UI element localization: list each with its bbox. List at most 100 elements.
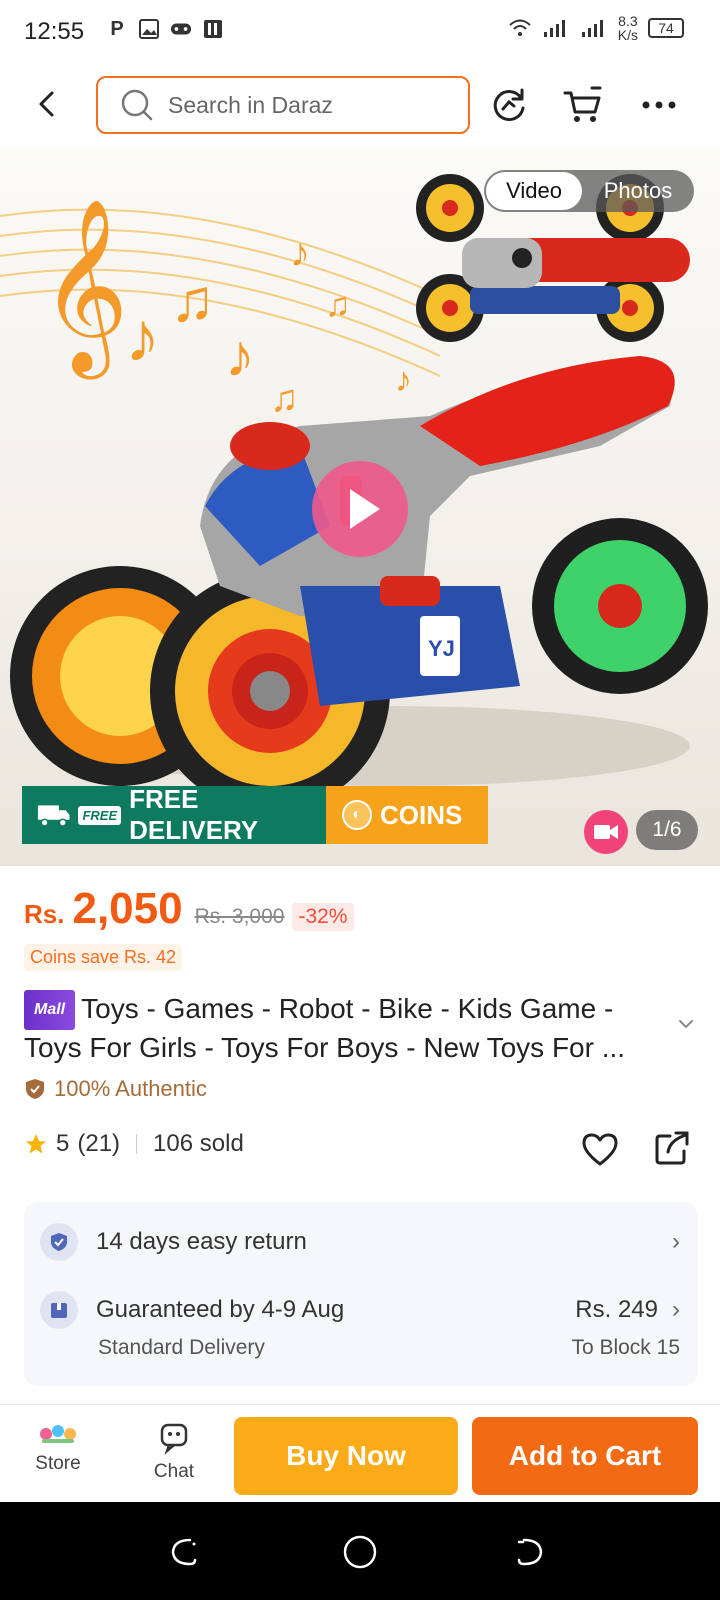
store-label: Store bbox=[35, 1453, 81, 1474]
delivery-location: To Block 15 bbox=[571, 1336, 680, 1359]
coin-icon: ◐ bbox=[342, 800, 372, 830]
expand-title-button[interactable] bbox=[674, 1014, 698, 1034]
media-counter: 1/6 bbox=[636, 810, 698, 850]
status-time: 12:55 bbox=[24, 18, 85, 45]
back-button[interactable] bbox=[30, 86, 66, 122]
network-speed: 8.3 K/s bbox=[618, 14, 638, 42]
play-icon bbox=[350, 489, 380, 529]
product-title-text: Toys - Games - Robot - Bike - Kids Game … bbox=[24, 993, 626, 1063]
product-title[interactable]: Mall Toys - Games - Robot - Bike - Kids G… bbox=[24, 990, 664, 1066]
delivery-type: Standard Delivery bbox=[98, 1336, 265, 1359]
delivery-row[interactable]: Guaranteed by 4-9 Aug Rs. 249 › bbox=[40, 1290, 680, 1330]
search-input[interactable]: Search in Daraz bbox=[96, 76, 470, 134]
system-nav-bar bbox=[0, 1502, 720, 1600]
sold-count: 106 sold bbox=[153, 1130, 244, 1157]
coins-label: COINS bbox=[380, 799, 463, 830]
price-row: Rs. 2,050 Rs. 3,000 -32% bbox=[24, 884, 354, 934]
pdf-icon bbox=[202, 18, 224, 40]
signal-icon bbox=[543, 20, 565, 37]
bottom-action-bar: Store Chat Buy Now Add to Cart bbox=[0, 1404, 720, 1502]
free-tag: FREE bbox=[78, 805, 122, 825]
coins-save-badge: Coins save Rs. 42 bbox=[24, 944, 183, 971]
media-type-toggle[interactable]: Video Photos bbox=[484, 170, 694, 212]
return-label: 14 days easy return bbox=[96, 1228, 307, 1255]
video-indicator[interactable] bbox=[584, 810, 628, 854]
buy-now-button[interactable]: Buy Now bbox=[234, 1417, 458, 1495]
play-video-button[interactable] bbox=[312, 461, 408, 557]
delivery-box-icon bbox=[40, 1291, 78, 1329]
home-icon[interactable] bbox=[342, 1534, 378, 1570]
svg-text:♫: ♫ bbox=[325, 286, 351, 324]
search-placeholder: Search in Daraz bbox=[168, 91, 333, 118]
share-icon bbox=[655, 1131, 689, 1165]
divider bbox=[136, 1134, 138, 1154]
network-speed-value: 8.3 bbox=[618, 13, 638, 29]
video-camera-icon bbox=[594, 825, 618, 839]
toggle-video[interactable]: Video bbox=[486, 172, 582, 210]
chevron-right-icon: › bbox=[672, 1228, 680, 1255]
wishlist-button[interactable] bbox=[580, 1130, 620, 1170]
back-nav-icon[interactable] bbox=[514, 1536, 546, 1568]
wifi-icon bbox=[509, 19, 531, 36]
chat-label: Chat bbox=[153, 1461, 195, 1482]
more-button[interactable] bbox=[638, 84, 680, 126]
authentic-label: 100% Authentic bbox=[54, 1076, 207, 1101]
svg-text:YJ: YJ bbox=[428, 636, 455, 661]
star-icon bbox=[26, 1134, 46, 1154]
svg-text:𝄞: 𝄞 bbox=[40, 198, 129, 380]
battery-indicator: 74 bbox=[648, 18, 684, 38]
svg-text:♪: ♪ bbox=[225, 322, 255, 389]
free-delivery-badge: FREE FREE DELIVERY bbox=[22, 784, 326, 845]
status-notification-icons: P bbox=[106, 18, 224, 40]
heart-icon bbox=[582, 1133, 618, 1166]
authentic-badge[interactable]: 100% Authentic bbox=[24, 1076, 207, 1102]
delivery-guarantee: Guaranteed by 4-9 Aug bbox=[96, 1296, 345, 1323]
add-to-cart-button[interactable]: Add to Cart bbox=[472, 1417, 698, 1495]
discount-badge: -32% bbox=[292, 903, 354, 931]
chevron-right-icon: › bbox=[672, 1296, 680, 1323]
svg-text:♫: ♫ bbox=[170, 267, 215, 334]
current-price: 2,050 bbox=[72, 884, 183, 933]
return-policy-row[interactable]: 14 days easy return › bbox=[40, 1222, 680, 1262]
network-speed-unit: K/s bbox=[617, 27, 638, 43]
top-header: Search in Daraz bbox=[0, 64, 720, 146]
refresh-icon bbox=[493, 88, 525, 122]
rating-count: (21) bbox=[77, 1130, 121, 1157]
product-media-gallery[interactable]: 𝄞 ♪ ♫ ♪ ♪ ♫ ♫ ♪ YJ Video Photos FREE FRE… bbox=[0, 146, 720, 866]
store-button[interactable]: Store bbox=[30, 1417, 86, 1475]
store-logo-icon bbox=[38, 1421, 78, 1447]
chat-bot-icon bbox=[160, 1423, 188, 1455]
search-icon bbox=[121, 89, 153, 121]
shield-check-icon bbox=[26, 1079, 44, 1099]
svg-text:♪: ♪ bbox=[290, 231, 310, 275]
p-icon: P bbox=[110, 17, 124, 40]
delivery-truck-icon bbox=[37, 805, 70, 827]
svg-text:♪: ♪ bbox=[395, 361, 412, 399]
image-icon bbox=[138, 18, 160, 40]
chat-button[interactable]: Chat bbox=[146, 1417, 202, 1483]
cart-icon bbox=[563, 86, 602, 122]
svg-text:♫: ♫ bbox=[270, 378, 299, 420]
status-bar: 12:55 P 8.3 K/s 74 bbox=[0, 0, 720, 64]
signal-icon bbox=[581, 20, 603, 37]
rating-value: 5 bbox=[56, 1130, 70, 1157]
mall-badge: Mall bbox=[24, 990, 76, 1030]
refresh-button[interactable] bbox=[488, 84, 530, 126]
rating-row[interactable]: 5 (21) 106 sold bbox=[24, 1130, 244, 1158]
toggle-photos[interactable]: Photos bbox=[582, 178, 694, 204]
gamepad-icon bbox=[170, 18, 192, 40]
status-system-icons: 8.3 K/s 74 bbox=[508, 14, 684, 42]
cart-button[interactable] bbox=[562, 84, 604, 126]
svg-text:♪: ♪ bbox=[125, 298, 160, 376]
chevron-down-icon bbox=[679, 1020, 693, 1029]
coins-badge: ◐ COINS bbox=[326, 786, 488, 844]
promo-banner: FREE FREE DELIVERY ◐ COINS bbox=[22, 784, 488, 845]
more-icon bbox=[642, 101, 676, 109]
delivery-price: Rs. 249 bbox=[575, 1296, 658, 1323]
share-button[interactable] bbox=[654, 1130, 690, 1166]
free-delivery-label: FREE DELIVERY bbox=[129, 784, 259, 845]
recent-apps-icon[interactable] bbox=[168, 1536, 200, 1568]
price-currency: Rs. bbox=[24, 899, 65, 929]
service-info-card: 14 days easy return › Guaranteed by 4-9 … bbox=[24, 1202, 698, 1386]
return-shield-icon bbox=[40, 1223, 78, 1261]
